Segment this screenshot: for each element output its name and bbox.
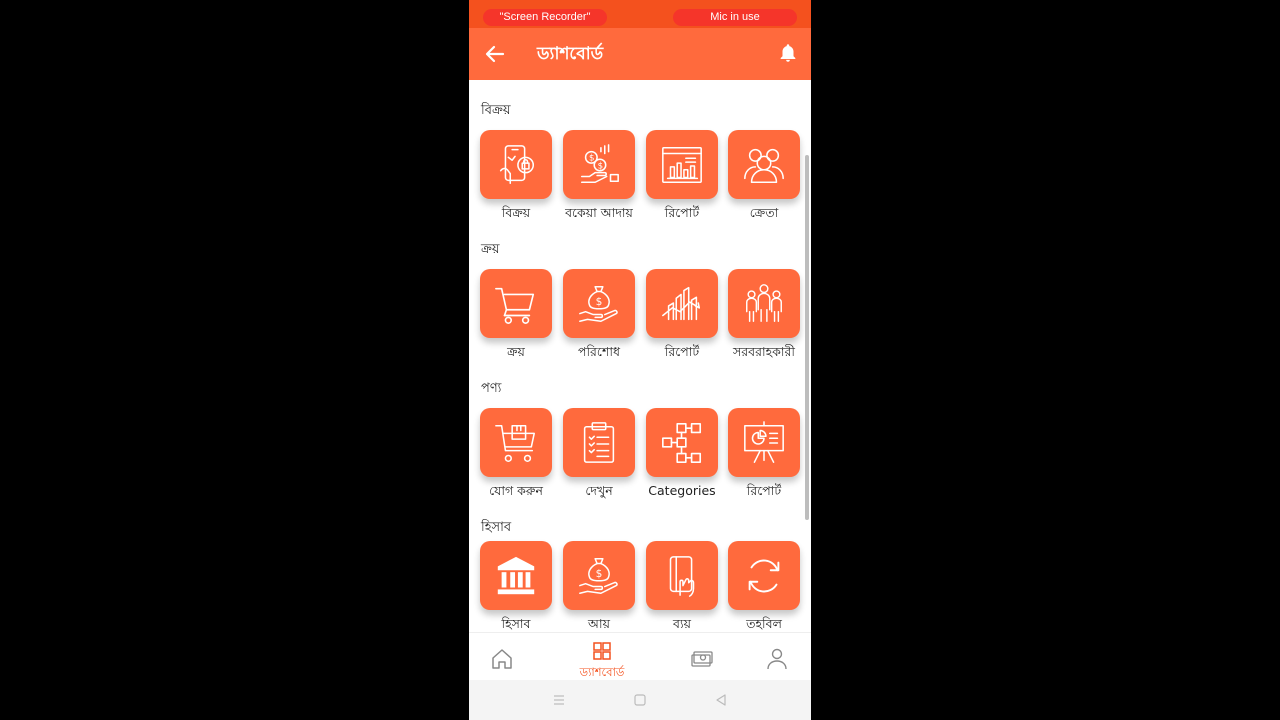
suppliers-icon <box>746 283 782 322</box>
status-bar: "Screen Recorder" Mic in use <box>469 0 811 28</box>
tile-purchase[interactable]: ক্রয় <box>480 269 552 364</box>
tile-product-report[interactable]: রিপোর্ট <box>728 408 800 503</box>
triangle-back-icon <box>716 694 726 706</box>
user-icon <box>767 648 787 670</box>
tile-accounts[interactable]: হিসাব <box>480 541 552 632</box>
growth-chart-icon <box>662 286 701 320</box>
nav-money[interactable] <box>672 633 732 681</box>
tile-label: রিপোর্ট <box>746 483 782 498</box>
tile-label: রিপোর্ট <box>664 205 700 220</box>
money-bag-hand-icon: $ <box>579 557 618 594</box>
tile-sales-report[interactable]: রিপোর্ট <box>646 130 718 225</box>
cart-box-icon <box>495 424 535 462</box>
tile-label: হিসাব <box>501 616 531 631</box>
tile-suppliers[interactable]: সরবরাহকারী <box>728 269 800 364</box>
back-button[interactable] <box>483 42 507 66</box>
tile-label: Categories <box>648 483 716 498</box>
card-hand-icon <box>669 555 695 597</box>
tile-fund[interactable]: তহবিল <box>728 541 800 632</box>
home-icon <box>492 649 512 669</box>
coins-hand-icon: $ $ <box>580 143 619 183</box>
phone-screen: "Screen Recorder" Mic in use ড্যাশবোর্ড … <box>469 0 811 720</box>
dashboard-content[interactable]: বিক্রয় বিক্রয় $ $ বকেয়া আদায় রিপোর্ট… <box>469 80 811 632</box>
nav-dashboard[interactable]: ড্যাশবোর্ড <box>572 633 632 681</box>
tile-label: পরিশোধ <box>578 344 620 359</box>
tile-view-products[interactable]: দেখুন <box>563 408 635 503</box>
tile-label: সরবরাহকারী <box>733 344 795 359</box>
screen-recorder-indicator: "Screen Recorder" <box>483 9 607 26</box>
grid-icon <box>593 642 611 660</box>
tile-payment[interactable]: $ পরিশোধ <box>563 269 635 364</box>
square-icon <box>634 694 646 706</box>
tile-label: দেখুন <box>585 483 613 498</box>
tile-label: রিপোর্ট <box>664 344 700 359</box>
cart-icon <box>495 287 535 324</box>
bell-icon <box>780 44 796 62</box>
tile-categories[interactable]: Categories <box>646 408 718 498</box>
money-bag-hand-icon: $ <box>579 285 618 322</box>
system-back-button[interactable] <box>713 692 729 708</box>
scrollbar[interactable] <box>805 155 809 520</box>
nav-profile[interactable] <box>747 633 807 681</box>
refresh-icon <box>748 559 780 592</box>
mic-in-use-indicator: Mic in use <box>673 9 797 26</box>
tile-label: আয় <box>588 616 610 631</box>
tile-label: ব্যয় <box>673 616 691 631</box>
hierarchy-icon <box>662 422 702 463</box>
tile-due-collection[interactable]: $ $ বকেয়া আদায় <box>563 130 635 225</box>
cash-icon <box>691 651 713 667</box>
customers-icon <box>744 148 784 183</box>
tile-label: ক্রেতা <box>749 205 779 220</box>
svg-text:$: $ <box>589 153 594 163</box>
page-title: ড্যাশবোর্ড <box>537 44 604 64</box>
notifications-button[interactable] <box>777 42 799 64</box>
arrow-left-icon <box>485 45 505 63</box>
system-navigation-bar <box>469 680 811 720</box>
clipboard-list-icon <box>583 421 615 463</box>
tile-label: ক্রয় <box>507 344 525 359</box>
menu-icon <box>554 695 564 705</box>
app-bar: ড্যাশবোর্ড <box>469 28 811 80</box>
tile-customers[interactable]: ক্রেতা <box>728 130 800 225</box>
tile-label: বিক্রয় <box>501 205 531 220</box>
svg-text:$: $ <box>598 161 603 171</box>
tile-label: তহবিল <box>746 616 782 631</box>
system-home-button[interactable] <box>632 692 648 708</box>
svg-text:$: $ <box>596 567 603 579</box>
section-title-sales: বিক্রয় <box>481 103 511 118</box>
browser-chart-icon <box>662 146 702 183</box>
tile-add-product[interactable]: যোগ করুন <box>480 408 552 503</box>
tile-purchase-report[interactable]: রিপোর্ট <box>646 269 718 364</box>
section-title-accounts: হিসাব <box>481 520 512 535</box>
system-menu-button[interactable] <box>551 692 567 708</box>
nav-home[interactable] <box>472 633 532 681</box>
section-title-products: পণ্য <box>481 381 502 396</box>
mobile-shopping-icon <box>499 144 535 184</box>
tile-expense[interactable]: ব্যয় <box>646 541 718 632</box>
tile-income[interactable]: $ আয় <box>563 541 635 632</box>
section-title-purchase: ক্রয় <box>481 242 500 257</box>
bank-icon <box>497 556 535 594</box>
presentation-board-icon <box>744 420 784 463</box>
tile-sales[interactable]: বিক্রয় <box>480 130 552 225</box>
bottom-navigation: ড্যাশবোর্ড <box>469 632 811 680</box>
tile-label: যোগ করুন <box>489 483 543 498</box>
tile-label: বকেয়া আদায় <box>565 205 633 220</box>
svg-text:$: $ <box>596 295 603 307</box>
